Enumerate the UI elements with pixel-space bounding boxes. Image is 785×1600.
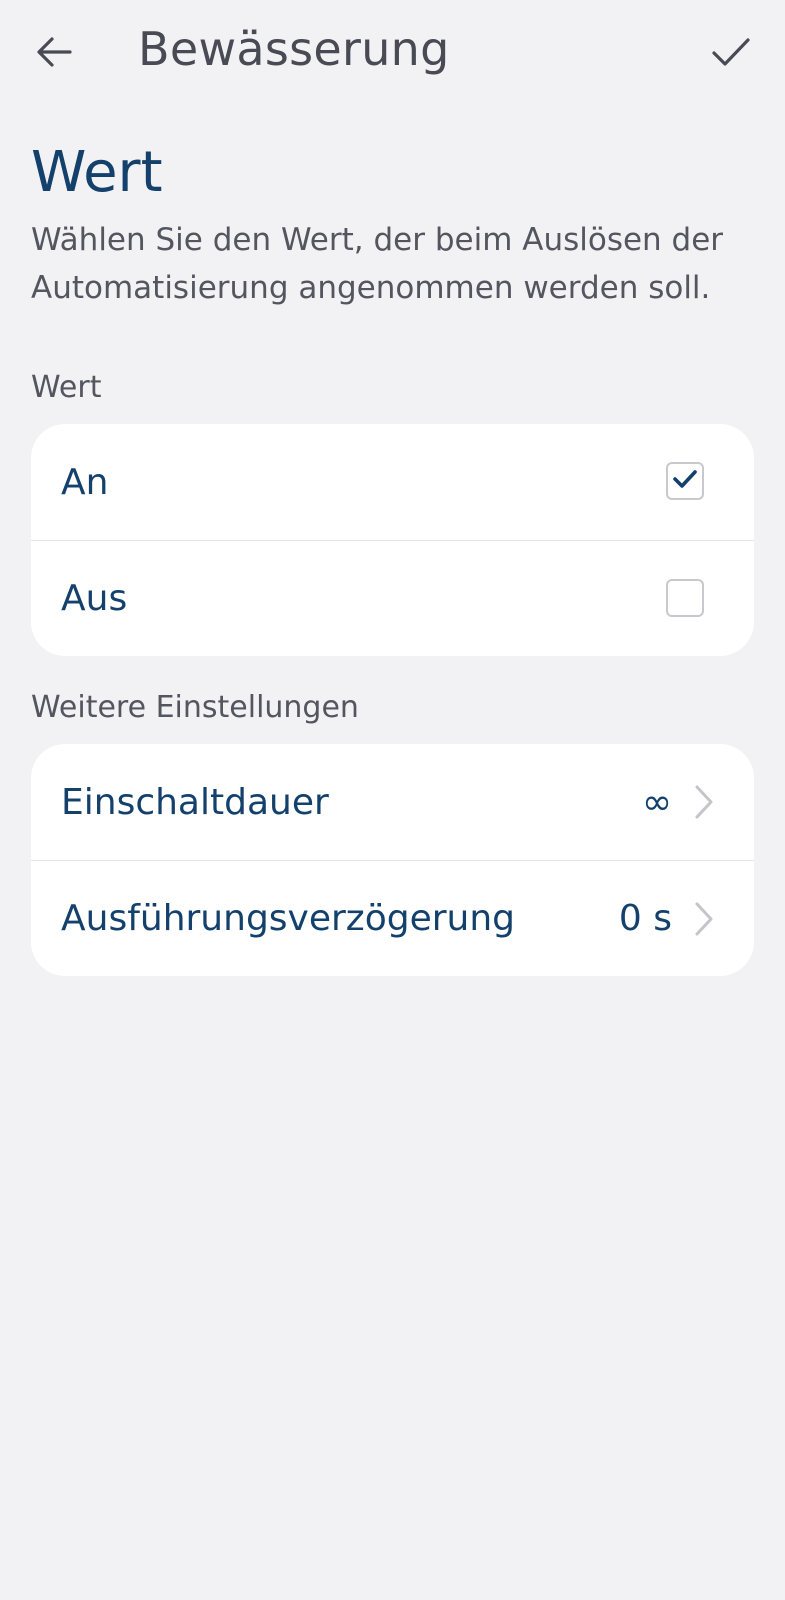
setting-value: 0 s xyxy=(618,898,672,939)
option-label: An xyxy=(61,461,109,503)
top-bar: Bewässerung xyxy=(0,0,785,110)
app-screen: Bewässerung Wert Wählen Sie den Wert, de… xyxy=(0,0,785,1600)
option-row-off[interactable]: Aus xyxy=(31,540,754,656)
confirm-button[interactable] xyxy=(699,24,763,84)
option-row-on[interactable]: An xyxy=(31,424,754,540)
value-options-card: An Aus xyxy=(31,424,754,656)
section-label-value: Wert xyxy=(31,370,102,405)
back-button[interactable] xyxy=(22,24,86,84)
screen-title: Bewässerung xyxy=(138,22,450,76)
chevron-right-icon xyxy=(692,901,716,937)
chevron-right-icon xyxy=(692,784,716,820)
setting-row-duration[interactable]: Einschaltdauer ∞ xyxy=(31,744,754,860)
arrow-left-icon xyxy=(36,36,72,72)
setting-value: ∞ xyxy=(642,781,672,823)
setting-row-delay[interactable]: Ausführungsverzögerung 0 s xyxy=(31,860,754,976)
page-title: Wert xyxy=(31,140,163,205)
setting-label: Ausführungsverzögerung xyxy=(61,898,516,939)
checkbox-off[interactable] xyxy=(666,579,704,617)
checkmark-icon xyxy=(711,36,751,72)
section-label-settings: Weitere Einstellungen xyxy=(31,690,359,725)
page-description: Wählen Sie den Wert, der beim Auslösen d… xyxy=(31,222,724,306)
option-label: Aus xyxy=(61,578,128,619)
setting-label: Einschaltdauer xyxy=(61,781,329,823)
check-icon xyxy=(672,468,698,494)
checkbox-on[interactable] xyxy=(666,462,704,500)
settings-card: Einschaltdauer ∞ Ausführungsverzögerung … xyxy=(31,744,754,976)
